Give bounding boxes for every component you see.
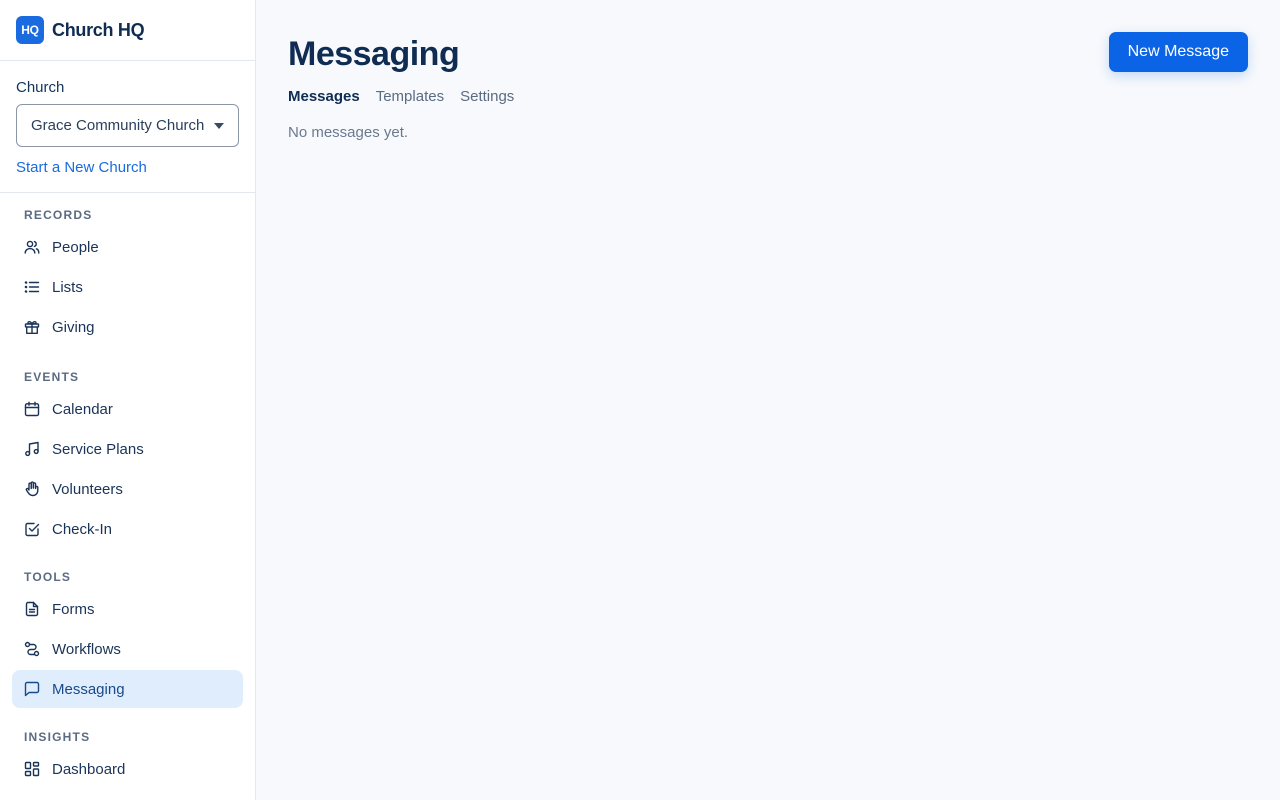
dashboard-icon xyxy=(24,761,40,777)
nav-heading-insights: INSIGHTS xyxy=(24,730,91,744)
page-title: Messaging xyxy=(288,35,460,73)
sidebar-item-label: Calendar xyxy=(52,400,113,418)
sidebar-item-service-plans[interactable]: Service Plans xyxy=(12,430,243,468)
nav-section-records: RECORDS People Lists Giving xyxy=(0,208,255,346)
church-select-value: Grace Community Church xyxy=(31,117,205,134)
sidebar-item-label: Check-In xyxy=(52,520,113,538)
nav-section-insights: INSIGHTS Dashboard xyxy=(0,730,255,788)
sidebar-item-calendar[interactable]: Calendar xyxy=(12,390,243,428)
sidebar-item-label: People xyxy=(52,238,99,256)
nav-heading-events: EVENTS xyxy=(24,370,80,384)
sidebar-item-label: Forms xyxy=(52,600,95,618)
app-root: HQ Church HQ Church Grace Community Chur… xyxy=(0,0,1280,800)
chat-icon xyxy=(24,681,40,697)
list-icon xyxy=(24,279,40,295)
church-select[interactable]: Grace Community Church xyxy=(16,104,239,147)
tab-templates[interactable]: Templates xyxy=(376,88,444,105)
sidebar-item-label: Dashboard xyxy=(52,760,126,778)
document-icon xyxy=(24,601,40,617)
sidebar: HQ Church HQ Church Grace Community Chur… xyxy=(0,0,256,800)
calendar-icon xyxy=(24,401,40,417)
main-content: Messaging New Message Messages Templates… xyxy=(256,0,1280,800)
empty-state-text: No messages yet. xyxy=(288,124,409,141)
start-new-church-link[interactable]: Start a New Church xyxy=(16,159,239,176)
sidebar-item-lists[interactable]: Lists xyxy=(12,268,243,306)
brand-logo[interactable]: HQ xyxy=(16,16,44,44)
workflow-icon xyxy=(24,641,40,657)
sidebar-item-label: Volunteers xyxy=(52,480,123,498)
sidebar-item-messaging[interactable]: Messaging xyxy=(12,670,243,708)
nav-section-events: EVENTS Calendar Service Plans Volunteers xyxy=(0,370,255,548)
sidebar-item-dashboard[interactable]: Dashboard xyxy=(12,750,243,788)
checkbox-icon xyxy=(24,521,40,537)
hand-icon xyxy=(24,481,40,497)
sidebar-item-label: Workflows xyxy=(52,640,121,658)
new-message-button[interactable]: New Message xyxy=(1108,32,1248,72)
chevron-down-icon xyxy=(214,123,224,129)
gift-icon xyxy=(24,319,40,335)
sidebar-item-label: Lists xyxy=(52,278,83,296)
sidebar-item-label: Messaging xyxy=(52,680,125,698)
nav-heading-records: RECORDS xyxy=(24,208,93,222)
music-note-icon xyxy=(24,441,40,457)
nav-heading-tools: TOOLS xyxy=(24,570,72,584)
brand-header: HQ Church HQ xyxy=(0,0,255,61)
nav-section-tools: TOOLS Forms Workflows Messaging xyxy=(0,570,255,708)
tab-bar: Messages Templates Settings xyxy=(288,88,1248,105)
sidebar-item-giving[interactable]: Giving xyxy=(12,308,243,346)
brand-name[interactable]: Church HQ xyxy=(52,20,145,41)
church-label: Church xyxy=(16,79,65,96)
tab-messages[interactable]: Messages xyxy=(288,88,360,105)
sidebar-item-workflows[interactable]: Workflows xyxy=(12,630,243,668)
tab-settings[interactable]: Settings xyxy=(460,88,514,105)
sidebar-item-check-in[interactable]: Check-In xyxy=(12,510,243,548)
people-icon xyxy=(24,239,40,255)
sidebar-item-volunteers[interactable]: Volunteers xyxy=(12,470,243,508)
sidebar-item-people[interactable]: People xyxy=(12,228,243,266)
sidebar-item-label: Giving xyxy=(52,318,95,336)
sidebar-item-forms[interactable]: Forms xyxy=(12,590,243,628)
sidebar-item-label: Service Plans xyxy=(52,440,144,458)
church-selector-block: Church Grace Community Church Start a Ne… xyxy=(0,61,255,193)
